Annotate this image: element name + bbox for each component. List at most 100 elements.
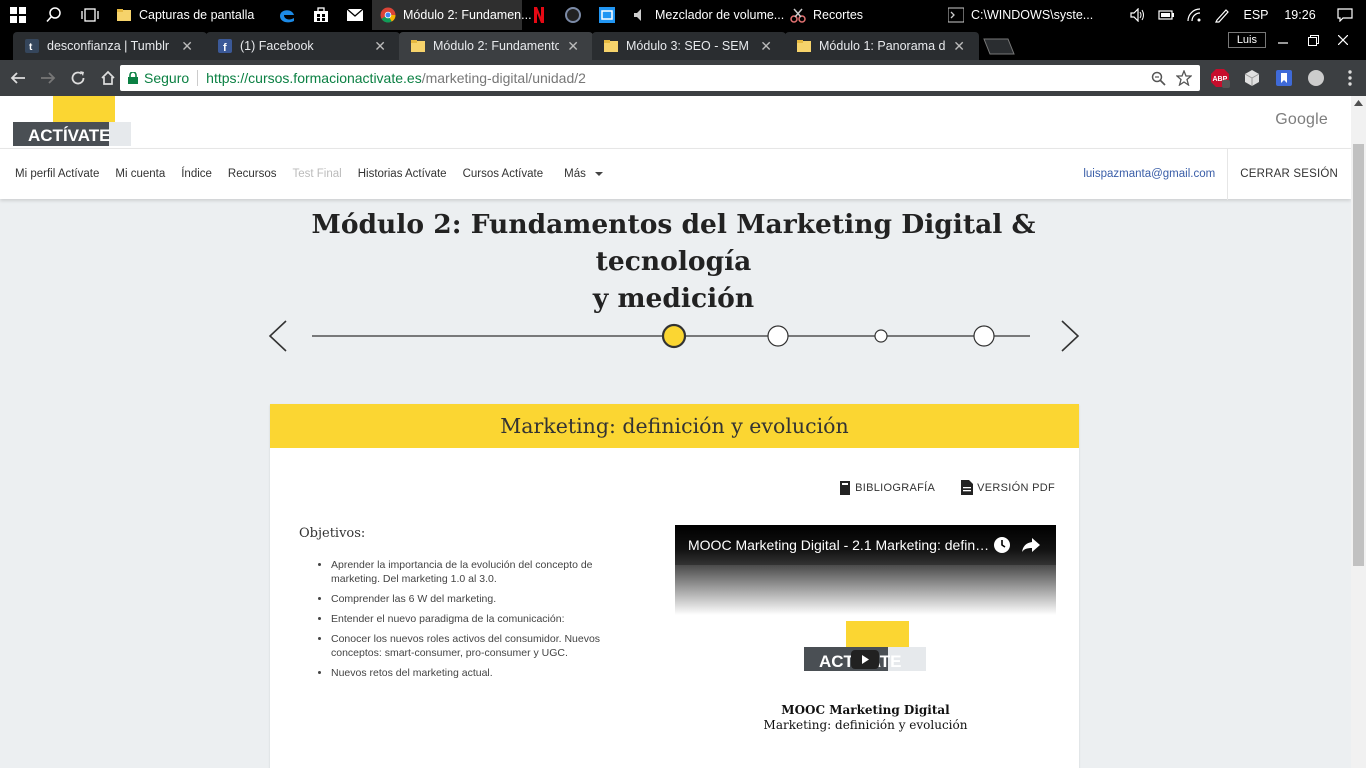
taskbar-app-cmd[interactable]: C:\WINDOWS\syste... <box>940 0 1093 30</box>
logout-button[interactable]: CERRAR SESIÓN <box>1227 148 1351 200</box>
cube-extension-icon[interactable] <box>1242 68 1262 88</box>
new-tab-button[interactable] <box>982 38 1016 55</box>
search-icon[interactable] <box>36 0 72 30</box>
nav-item-mi-perfil[interactable]: Mi perfil Actívate <box>0 168 107 180</box>
progress-step[interactable] <box>973 325 995 347</box>
book-icon <box>840 480 851 495</box>
language-indicator[interactable]: ESP <box>1236 0 1276 30</box>
browser-tab-modulo-1[interactable]: Módulo 1: Panorama del ✕ <box>785 32 979 60</box>
video-title[interactable]: MOOC Marketing Digital - 2.1 Marketing: … <box>688 537 991 553</box>
security-label: Seguro <box>144 70 190 86</box>
snipping-tool-icon <box>790 8 806 23</box>
remote-app-icon[interactable] <box>590 0 624 30</box>
progress-step-current[interactable] <box>661 323 687 349</box>
minimize-button[interactable] <box>1268 30 1298 50</box>
scroll-up-icon[interactable] <box>1354 100 1363 106</box>
notifications-icon[interactable] <box>1324 0 1366 30</box>
close-window-button[interactable] <box>1328 30 1358 50</box>
close-tab-icon[interactable]: ✕ <box>953 38 965 55</box>
nav-item-indice[interactable]: Índice <box>173 168 220 180</box>
play-button-icon[interactable] <box>851 650 879 669</box>
nav-item-historias[interactable]: Historias Actívate <box>350 168 455 180</box>
profile-name: Luis <box>1236 34 1257 46</box>
close-tab-icon[interactable]: ✕ <box>760 38 772 55</box>
home-button[interactable] <box>94 64 122 92</box>
edge-icon[interactable] <box>270 0 304 30</box>
taskbar-app-label: Módulo 2: Fundamen... <box>403 8 532 22</box>
taskbar-app-explorer[interactable]: Capturas de pantalla <box>108 0 270 30</box>
activate-logo[interactable]: ACTÍVATE <box>13 96 131 148</box>
store-icon[interactable] <box>304 0 338 30</box>
url-base: https://cursos.formacionactivate.es <box>206 70 422 86</box>
more-label: Más <box>564 168 586 180</box>
security-indicator[interactable]: Seguro <box>120 70 189 86</box>
battery-icon[interactable] <box>1152 0 1180 30</box>
address-bar[interactable]: Seguro https://cursos.formacionactivate.… <box>120 65 1200 91</box>
google-wordmark: Google <box>1275 111 1328 128</box>
unit-progress-slider <box>268 320 1080 352</box>
user-email-link[interactable]: luispazmanta@gmail.com <box>1083 168 1227 180</box>
nav-item-mi-cuenta[interactable]: Mi cuenta <box>107 168 173 180</box>
chrome-menu-icon[interactable] <box>1340 68 1360 88</box>
progress-step[interactable] <box>767 325 789 347</box>
app-circle-icon[interactable] <box>556 0 590 30</box>
reload-button[interactable] <box>64 64 92 92</box>
restore-button[interactable] <box>1298 30 1328 50</box>
close-tab-icon[interactable]: ✕ <box>567 38 579 55</box>
mail-icon[interactable] <box>338 0 372 30</box>
next-arrow-icon[interactable] <box>1061 320 1080 352</box>
time-label: 19:26 <box>1284 8 1316 22</box>
progress-step[interactable] <box>874 329 888 343</box>
browser-tab-modulo-3[interactable]: Módulo 3: SEO - SEM ✕ <box>592 32 786 60</box>
clock[interactable]: 19:26 <box>1276 0 1324 30</box>
netflix-icon[interactable] <box>522 0 556 30</box>
lesson-actions: BIBLIOGRAFÍA VERSIÓN PDF <box>839 480 1055 495</box>
video-player[interactable]: MOOC Marketing Digital - 2.1 Marketing: … <box>675 525 1056 768</box>
taskbar-app-snipping[interactable]: Recortes <box>782 0 940 30</box>
lesson-card: Marketing: definición y evolución BIBLIO… <box>270 404 1079 768</box>
profile-button[interactable]: Luis <box>1227 32 1266 48</box>
zoom-icon[interactable] <box>1151 71 1166 86</box>
wifi-icon[interactable] <box>1180 0 1208 30</box>
svg-text:f: f <box>223 42 227 53</box>
task-view-icon[interactable] <box>72 0 108 30</box>
close-tab-icon[interactable]: ✕ <box>374 38 386 55</box>
url-text[interactable]: https://cursos.formacionactivate.es/mark… <box>206 70 586 86</box>
watch-later-icon[interactable] <box>993 536 1011 554</box>
forward-button[interactable] <box>34 64 62 92</box>
pen-icon[interactable] <box>1208 0 1236 30</box>
taskbar-app-label: Capturas de pantalla <box>139 8 255 22</box>
nav-item-recursos[interactable]: Recursos <box>220 168 285 180</box>
bibliography-link[interactable]: BIBLIOGRAFÍA <box>839 480 935 495</box>
close-tab-icon[interactable]: ✕ <box>181 38 193 55</box>
nav-more-dropdown[interactable]: Más <box>551 168 604 180</box>
volume-icon[interactable] <box>1124 0 1152 30</box>
scrollbar-thumb[interactable] <box>1353 144 1364 566</box>
browser-tab-modulo-2[interactable]: Módulo 2: Fundamentos ✕ <box>399 32 593 60</box>
list-item: Comprender las 6 W del marketing. <box>331 592 631 606</box>
pdf-label: VERSIÓN PDF <box>977 481 1055 494</box>
bookmark-extension-icon[interactable] <box>1274 68 1294 88</box>
nav-item-cursos[interactable]: Cursos Actívate <box>455 168 552 180</box>
share-icon[interactable] <box>1021 537 1041 553</box>
windows-start-icon[interactable] <box>0 0 36 30</box>
facebook-icon: f <box>218 39 232 53</box>
back-button[interactable] <box>4 64 32 92</box>
previous-arrow-icon[interactable] <box>268 320 287 352</box>
page-scrollbar[interactable] <box>1351 96 1366 768</box>
browser-tab-facebook[interactable]: f (1) Facebook ✕ <box>206 32 400 60</box>
folder-icon <box>117 9 131 21</box>
video-thumbnail-gradient <box>675 565 1056 615</box>
adblock-plus-icon[interactable]: ABP <box>1210 68 1230 88</box>
list-item: Nuevos retos del marketing actual. <box>331 666 631 680</box>
pdf-version-link[interactable]: VERSIÓN PDF <box>961 480 1055 495</box>
bookmark-star-icon[interactable] <box>1176 70 1192 86</box>
taskbar-app-volume-mixer[interactable]: Mezclador de volume... <box>624 0 784 30</box>
chat-extension-icon[interactable] <box>1306 68 1326 88</box>
caret-down-icon <box>594 172 603 176</box>
module-title: Módulo 2: Fundamentos del Marketing Digi… <box>256 206 1091 317</box>
taskbar-app-chrome[interactable]: Módulo 2: Fundamen... <box>372 0 532 30</box>
browser-tab-tumblr[interactable]: t desconfianza | Tumblr ✕ <box>13 32 207 60</box>
lock-icon <box>128 72 138 84</box>
list-item: Aprender la importancia de la evolución … <box>331 558 631 586</box>
